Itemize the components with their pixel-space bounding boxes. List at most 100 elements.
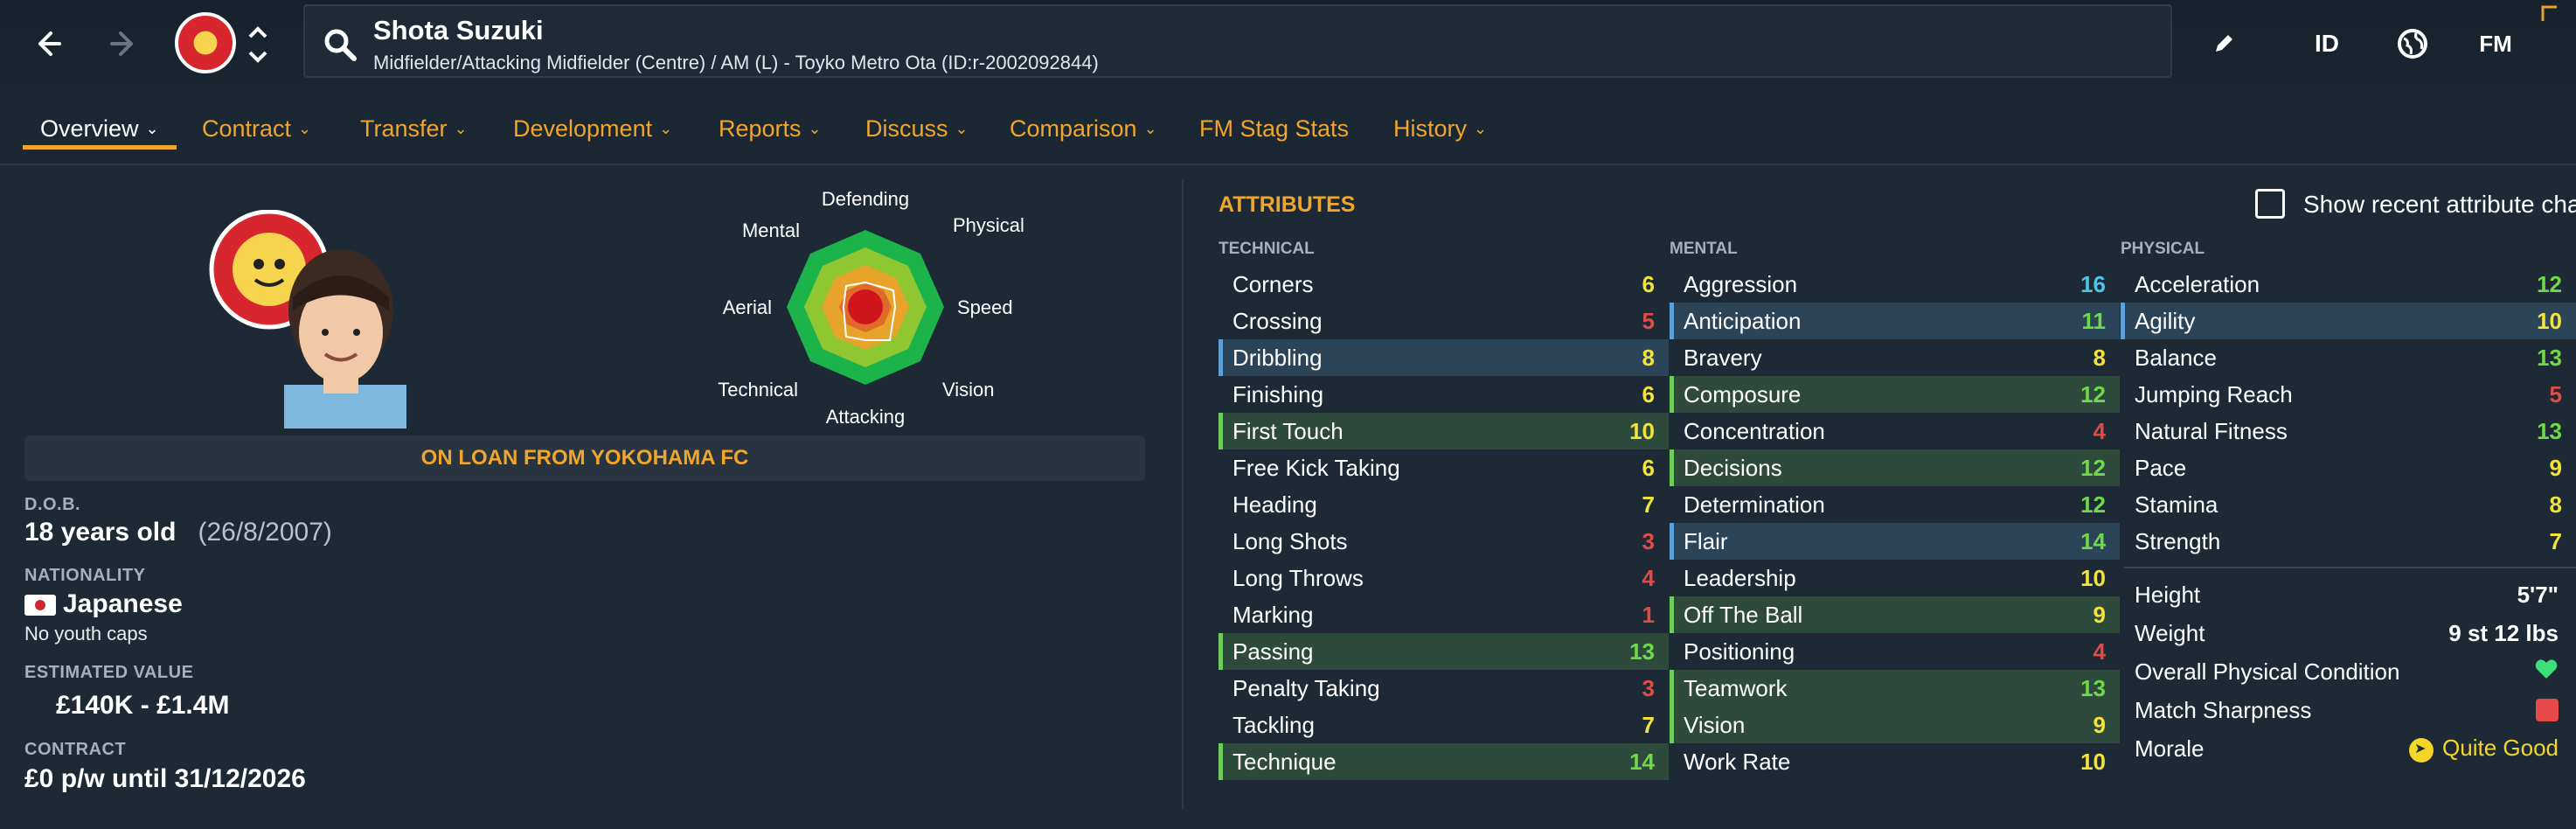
- attribute-name: Determination: [1684, 491, 1825, 518]
- attribute-row[interactable]: Long Throws 4: [1219, 560, 1669, 596]
- attribute-row[interactable]: Natural Fitness 13: [2121, 413, 2576, 449]
- attribute-row[interactable]: Teamwork 13: [1670, 670, 2120, 707]
- attribute-value: 6: [1642, 270, 1655, 297]
- attribute-row[interactable]: First Touch 10: [1219, 413, 1669, 449]
- tab-overview[interactable]: Overview ⌄: [40, 107, 159, 150]
- estimated-value-label: ESTIMATED VALUE: [24, 663, 194, 682]
- radar-label-speed: Speed: [957, 296, 1013, 318]
- condition-row: Overall Physical Condition: [2124, 652, 2576, 691]
- attribute-value: 11: [2081, 307, 2107, 334]
- attribute-value: 8: [2093, 344, 2106, 371]
- attribute-name: Flair: [1684, 527, 1728, 554]
- attribute-name: Crossing: [1232, 307, 1323, 334]
- attribute-row[interactable]: Marking 1: [1219, 596, 1669, 633]
- attribute-row[interactable]: Penalty Taking 3: [1219, 670, 1669, 707]
- club-badge[interactable]: [175, 12, 236, 73]
- contract-label: CONTRACT: [24, 740, 127, 759]
- attribute-row[interactable]: Crossing 5: [1219, 303, 1669, 339]
- attribute-row[interactable]: Balance 13: [2121, 339, 2576, 376]
- attribute-row[interactable]: Long Shots 3: [1219, 523, 1669, 560]
- attribute-row[interactable]: Agility 10: [2121, 303, 2576, 339]
- tab-bar: Overview ⌄ Contract ⌄ Transfer ⌄ Developmen…: [0, 87, 2576, 164]
- tab-reports[interactable]: Reports ⌄: [719, 107, 822, 150]
- attribute-row[interactable]: Work Rate 10: [1670, 743, 2120, 780]
- show-recent-label[interactable]: Show recent attribute cha: [2303, 191, 2576, 219]
- attribute-value: 12: [2080, 380, 2106, 408]
- attribute-row[interactable]: Stamina 8: [2121, 486, 2576, 523]
- player-subtitle: Midfielder/Attacking Midfielder (Centre)…: [373, 52, 1099, 73]
- tab-history[interactable]: History ⌄: [1393, 107, 1487, 150]
- attribute-row[interactable]: Aggression 16: [1670, 266, 2120, 303]
- attribute-row[interactable]: Decisions 12: [1670, 449, 2120, 486]
- attribute-row[interactable]: Off The Ball 9: [1670, 596, 2120, 633]
- attribute-row[interactable]: Pace 9: [2121, 449, 2576, 486]
- tab-comparison[interactable]: Comparison ⌄: [1010, 107, 1157, 150]
- attribute-row[interactable]: Corners 6: [1219, 266, 1669, 303]
- morale-row[interactable]: Morale Quite Good: [2124, 729, 2576, 768]
- attribute-name: Technique: [1232, 748, 1337, 775]
- attribute-value: 10: [2080, 564, 2106, 591]
- attribute-value: 8: [1642, 344, 1655, 371]
- up-down-chevron-icon[interactable]: [245, 17, 271, 70]
- attribute-row[interactable]: Bravery 8: [1670, 339, 2120, 376]
- attribute-value: 3: [1642, 527, 1655, 554]
- attribute-row[interactable]: Determination 12: [1670, 486, 2120, 523]
- radar-label-defending: Defending: [822, 188, 909, 210]
- nationality-value[interactable]: Japanese: [63, 589, 183, 619]
- attribute-row[interactable]: Jumping Reach 5: [2121, 376, 2576, 413]
- tab-development[interactable]: Development ⌄: [513, 107, 672, 150]
- radar-label-attacking: Attacking: [826, 406, 906, 428]
- attribute-value: 6: [1642, 380, 1655, 408]
- attribute-name: Dribbling: [1232, 344, 1323, 371]
- attribute-row[interactable]: Flair 14: [1670, 523, 2120, 560]
- attribute-value: 8: [2549, 491, 2562, 518]
- attribute-row[interactable]: Tackling 7: [1219, 707, 1669, 743]
- tab-fm-stag-stats[interactable]: FM Stag Stats: [1199, 107, 1349, 150]
- player-search-box[interactable]: Shota Suzuki Midfielder/Attacking Midfie…: [303, 4, 2172, 78]
- attribute-row[interactable]: Acceleration 12: [2121, 266, 2576, 303]
- technical-attributes: Corners 6 Crossing 5 Dribbling 8 Finishing 6 Fir…: [1219, 266, 1669, 780]
- attribute-name: Natural Fitness: [2135, 417, 2288, 444]
- attribute-value: 7: [1642, 491, 1655, 518]
- attribute-row[interactable]: Free Kick Taking 6: [1219, 449, 1669, 486]
- age-value: 18 years old (26/8/2007): [24, 518, 332, 547]
- attribute-row[interactable]: Heading 7: [1219, 486, 1669, 523]
- morale-icon: [2409, 737, 2434, 763]
- attribute-name: Free Kick Taking: [1232, 454, 1400, 481]
- fm-button[interactable]: FM: [2469, 22, 2522, 66]
- attribute-row[interactable]: Vision 9: [1670, 707, 2120, 743]
- id-button[interactable]: ID: [2308, 22, 2346, 66]
- attribute-row[interactable]: Concentration 4: [1670, 413, 2120, 449]
- physical-details: Height 5'7" Weight 9 st 12 lbs Overall Phy…: [2124, 575, 2576, 768]
- tab-contract[interactable]: Contract ⌄: [202, 107, 311, 150]
- forward-arrow-icon[interactable]: [100, 19, 149, 68]
- attribute-row[interactable]: Finishing 6: [1219, 376, 1669, 413]
- globe-icon[interactable]: [2391, 22, 2434, 66]
- attribute-name: First Touch: [1232, 417, 1344, 444]
- attribute-row[interactable]: Composure 12: [1670, 376, 2120, 413]
- attribute-row[interactable]: Passing 13: [1219, 633, 1669, 670]
- edit-pencil-icon[interactable]: [2205, 22, 2243, 66]
- radar-label-mental: Mental: [742, 219, 800, 241]
- attribute-value: 9: [2549, 454, 2562, 481]
- attribute-row[interactable]: Anticipation 11: [1670, 303, 2120, 339]
- attribute-row[interactable]: Strength 7: [2121, 523, 2576, 560]
- tab-discuss[interactable]: Discuss ⌄: [865, 107, 969, 150]
- search-icon[interactable]: [323, 27, 358, 62]
- attribute-name: Leadership: [1684, 564, 1796, 591]
- back-arrow-icon[interactable]: [23, 19, 72, 68]
- attribute-row[interactable]: Positioning 4: [1670, 633, 2120, 670]
- attribute-row[interactable]: Technique 14: [1219, 743, 1669, 780]
- radar-label-aerial: Aerial: [723, 296, 772, 318]
- loan-banner[interactable]: ON LOAN FROM YOKOHAMA FC: [24, 435, 1145, 481]
- nationality-label: NATIONALITY: [24, 566, 146, 585]
- attribute-name: Decisions: [1684, 454, 1782, 481]
- attribute-name: Long Shots: [1232, 527, 1348, 554]
- attribute-row[interactable]: Leadership 10: [1670, 560, 2120, 596]
- attribute-value: 13: [1629, 637, 1655, 665]
- attribute-name: Vision: [1684, 711, 1746, 738]
- attribute-name: Penalty Taking: [1232, 674, 1380, 701]
- attribute-row[interactable]: Dribbling 8: [1219, 339, 1669, 376]
- show-recent-checkbox[interactable]: [2255, 189, 2285, 219]
- tab-transfer[interactable]: Transfer ⌄: [360, 107, 468, 150]
